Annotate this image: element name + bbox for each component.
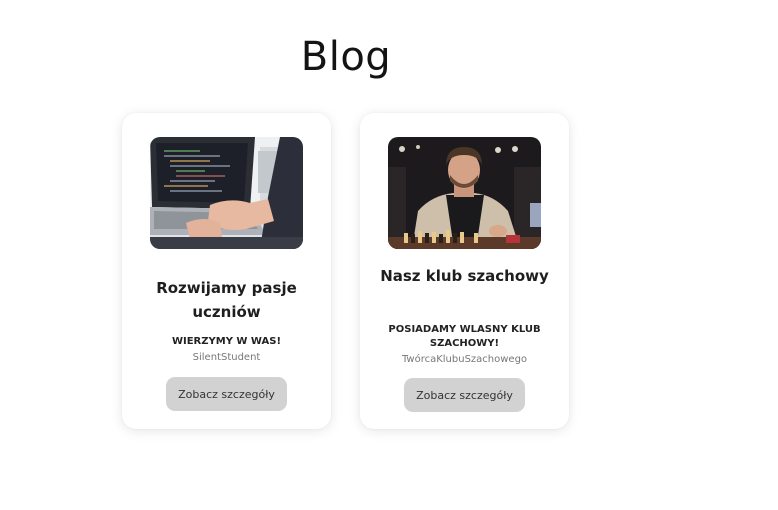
page-title: Blog (300, 34, 392, 80)
blog-page: Blog Rozwijamy pasje uczniów WIERZYMY W … (0, 0, 778, 510)
post-subtitle: WIERZYMY W WAS! (171, 336, 282, 347)
blog-card: Rozwijamy pasje uczniów WIERZYMY W WAS! … (122, 113, 331, 429)
post-author: TwórcaKlubuSzachowego (401, 354, 528, 365)
post-title: Nasz klub szachowy (380, 267, 549, 285)
post-title: Rozwijamy pasje uczniów (156, 279, 297, 321)
chess-player-photo (388, 137, 541, 249)
laptop-photo (150, 137, 303, 249)
post-author: SilentStudent (192, 352, 261, 363)
post-subtitle: POSIADAMY WLASNY KLUB SZACHOWY! (388, 324, 541, 349)
details-button[interactable]: Zobacz szczegóły (404, 378, 525, 412)
blog-card: Nasz klub szachowy POSIADAMY WLASNY KLUB… (360, 113, 569, 429)
details-button[interactable]: Zobacz szczegóły (166, 377, 287, 411)
